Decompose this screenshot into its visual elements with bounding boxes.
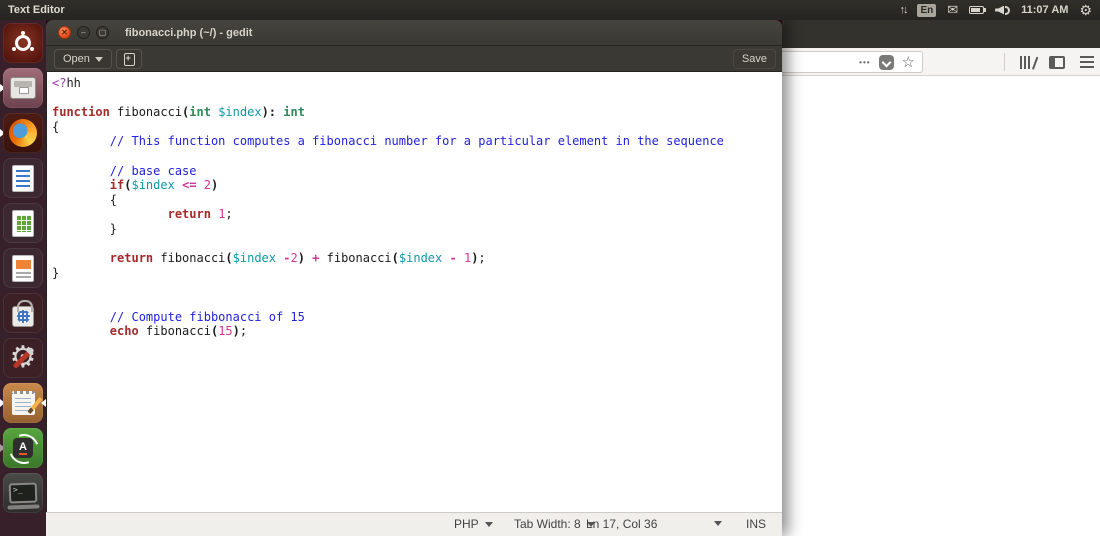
code-line: { [52, 192, 118, 207]
chevron-down-icon [484, 521, 493, 531]
code-line: function fibonacci(int $index): int [52, 105, 305, 120]
pocket-icon[interactable] [878, 54, 894, 70]
language-mode-dropdown[interactable]: PHP [454, 517, 493, 531]
gedit-titlebar[interactable]: ✕ – ▢ fibonacci.php (~/) - gedit [46, 20, 782, 46]
sidebar-toggle-icon[interactable] [1049, 55, 1065, 69]
language-mode-label: PHP [454, 517, 479, 531]
code-line: <?hh [52, 76, 81, 90]
tab-width-label: Tab Width: 8 [514, 517, 581, 531]
launcher-item-writer[interactable] [3, 158, 43, 198]
chevron-down-icon [94, 56, 103, 66]
bookmark-star-icon[interactable]: ☆ [902, 55, 915, 70]
code-line: } [52, 265, 60, 280]
tab-width-dropdown[interactable]: Tab Width: 8 [514, 517, 595, 531]
code-line: // This function computes a fibonacci nu… [109, 134, 724, 149]
chevron-down-icon [714, 521, 722, 530]
insert-mode-indicator: INS [746, 517, 767, 531]
launcher-item-settings[interactable]: ⚙ [3, 338, 43, 378]
calc-icon [12, 209, 34, 237]
code-content: <?hh function fibonacci(int $index): int… [47, 72, 782, 339]
dash-icon [15, 35, 31, 51]
files-icon [10, 77, 36, 99]
maximize-icon[interactable]: ▢ [96, 26, 109, 39]
toolbar-separator [1004, 53, 1005, 71]
code-line: return 1; [167, 207, 233, 222]
launcher-item-dash[interactable] [3, 23, 43, 63]
updater-icon [13, 438, 33, 458]
firefox-nav-bar: ••• ☆ [782, 48, 1100, 76]
launcher-item-impress[interactable] [3, 248, 43, 288]
system-tray: ↑↓ En ✉ 11:07 AM ⚙ [899, 0, 1092, 20]
focused-indicator-arrow [37, 399, 46, 407]
code-line: return fibonacci($index -2) + fibonacci(… [109, 251, 486, 266]
firefox-icon [9, 119, 37, 147]
goto-line-dropdown[interactable] [714, 517, 722, 530]
firefox-content-area [782, 77, 1100, 536]
firefox-tab-bar [782, 20, 1100, 48]
page-actions-icon[interactable]: ••• [859, 58, 870, 67]
open-button[interactable]: Open [54, 49, 112, 69]
writer-icon [12, 164, 34, 192]
network-indicator-icon[interactable]: ↑↓ [899, 0, 908, 20]
new-document-icon [123, 52, 135, 66]
new-document-button[interactable] [116, 49, 142, 69]
unity-launcher: ⚙ [0, 20, 46, 536]
cursor-position-label: Ln 17, Col 36 [586, 517, 658, 531]
launcher-item-software[interactable] [3, 293, 43, 333]
open-button-label: Open [63, 53, 90, 65]
code-line: // Compute fibbonacci of 15 [109, 309, 305, 324]
library-icon[interactable] [1020, 55, 1039, 70]
gedit-toolbar: Open Save [46, 46, 782, 72]
close-icon[interactable]: ✕ [58, 26, 71, 39]
session-gear-icon[interactable]: ⚙ [1079, 0, 1092, 20]
gedit-icon [11, 391, 35, 415]
active-app-name: Text Editor [8, 4, 65, 16]
minimize-icon[interactable]: – [77, 26, 90, 39]
battery-icon[interactable] [969, 6, 987, 14]
hamburger-menu-icon[interactable] [1080, 56, 1094, 68]
gedit-statusbar: PHP Tab Width: 8 Ln 17, Col 36 INS [46, 512, 782, 536]
gedit-window: ✕ – ▢ fibonacci.php (~/) - gedit Open Sa… [46, 20, 782, 536]
save-button[interactable]: Save [732, 49, 776, 69]
window-title: fibonacci.php (~/) - gedit [125, 26, 253, 39]
code-line: { [52, 119, 60, 134]
code-line: // base case [109, 163, 197, 178]
firefox-url-bar[interactable]: ••• ☆ [782, 51, 923, 73]
firefox-window: ••• ☆ [782, 20, 1100, 536]
launcher-item-terminal[interactable] [3, 473, 43, 513]
clock[interactable]: 11:07 AM [1021, 0, 1068, 20]
keyboard-layout-indicator[interactable]: En [917, 3, 937, 17]
system-top-bar: Text Editor ↑↓ En ✉ 11:07 AM ⚙ [0, 0, 1100, 20]
code-line: echo fibonacci(15); [109, 324, 248, 339]
launcher-item-calc[interactable] [3, 203, 43, 243]
text-editing-area[interactable]: <?hh function fibonacci(int $index): int… [46, 72, 782, 512]
launcher-item-updater[interactable] [3, 428, 43, 468]
volume-icon[interactable] [995, 5, 1011, 15]
settings-icon: ⚙ [6, 341, 40, 375]
launcher-item-files[interactable] [3, 68, 43, 108]
impress-icon [12, 254, 34, 282]
code-line: if($index <= 2) [109, 178, 219, 193]
software-icon [12, 299, 34, 327]
mail-icon[interactable]: ✉ [947, 0, 958, 20]
code-line: } [52, 221, 118, 236]
terminal-icon [8, 482, 38, 504]
launcher-item-firefox[interactable] [3, 113, 43, 153]
